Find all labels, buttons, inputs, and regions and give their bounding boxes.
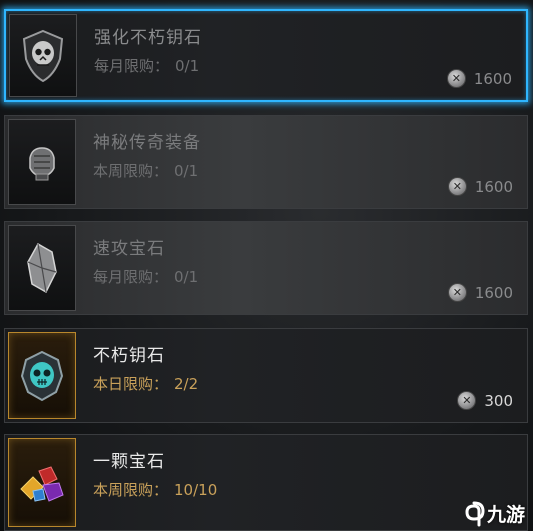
limit-label: 本周限购： [93, 162, 169, 180]
item-name: 速攻宝石 [93, 239, 165, 259]
limit-label: 本日限购： [93, 375, 169, 393]
limit-label: 本周限购： [93, 481, 169, 499]
shop-item-row[interactable]: 不朽钥石 本日限购： 2/2 ✕ 300 [4, 328, 528, 423]
shop-item-row[interactable]: 强化不朽钥石 每月限购： 0/1 ✕ 1600 [4, 9, 528, 102]
skull-amulet-icon [20, 350, 64, 401]
gauntlet-icon [29, 147, 55, 181]
limit-label: 每月限购： [93, 268, 169, 286]
item-name: 神秘传奇装备 [93, 133, 201, 153]
purchase-limit: 每月限购： 0/1 [93, 266, 198, 287]
limit-value: 0/1 [174, 162, 199, 180]
price-value: 1600 [474, 283, 513, 302]
item-name: 不朽钥石 [93, 346, 165, 366]
limit-label: 每月限购： [94, 57, 170, 75]
skull-shield-icon [22, 29, 64, 82]
silver-coin-icon: ✕ [446, 69, 466, 88]
watermark-text: 九游 [486, 504, 525, 526]
shop-item-row[interactable]: 一颗宝石 本周限购： 10/10 [4, 434, 528, 531]
gem-cluster-icon [20, 465, 64, 502]
purchase-limit: 本日限购： 2/2 [93, 373, 198, 394]
limit-value: 0/1 [174, 268, 199, 286]
item-thumbnail [8, 332, 76, 419]
shop-item-row[interactable]: 神秘传奇装备 本周限购： 0/1 ✕ 1600 [4, 115, 528, 209]
nine-game-logo-icon [465, 501, 485, 526]
silver-coin-icon: ✕ [457, 391, 477, 410]
limit-value: 10/10 [174, 481, 218, 499]
purchase-limit: 每月限购： 0/1 [94, 55, 199, 76]
watermark: 九游 [463, 500, 525, 527]
item-price: ✕ 1600 [447, 177, 513, 196]
item-thumbnail [8, 119, 76, 205]
item-thumbnail [8, 225, 76, 311]
item-name: 一颗宝石 [93, 452, 165, 472]
purchase-limit: 本周限购： 10/10 [93, 479, 217, 500]
limit-value: 0/1 [175, 57, 200, 75]
purchase-limit: 本周限购： 0/1 [93, 160, 198, 181]
price-value: 1600 [474, 177, 513, 196]
silver-coin-icon: ✕ [447, 177, 467, 196]
limit-value: 2/2 [174, 375, 199, 393]
item-price: ✕ 1600 [446, 69, 512, 88]
crystal-shard-icon [27, 242, 57, 294]
item-name: 强化不朽钥石 [94, 28, 202, 48]
price-value: 300 [484, 391, 513, 410]
item-price: ✕ 1600 [447, 283, 513, 302]
price-value: 1600 [473, 69, 512, 88]
item-thumbnail [9, 14, 77, 97]
item-price: ✕ 300 [457, 391, 513, 410]
item-thumbnail [8, 438, 76, 527]
silver-coin-icon: ✕ [447, 283, 467, 302]
shop-item-row[interactable]: 速攻宝石 每月限购： 0/1 ✕ 1600 [4, 221, 528, 315]
